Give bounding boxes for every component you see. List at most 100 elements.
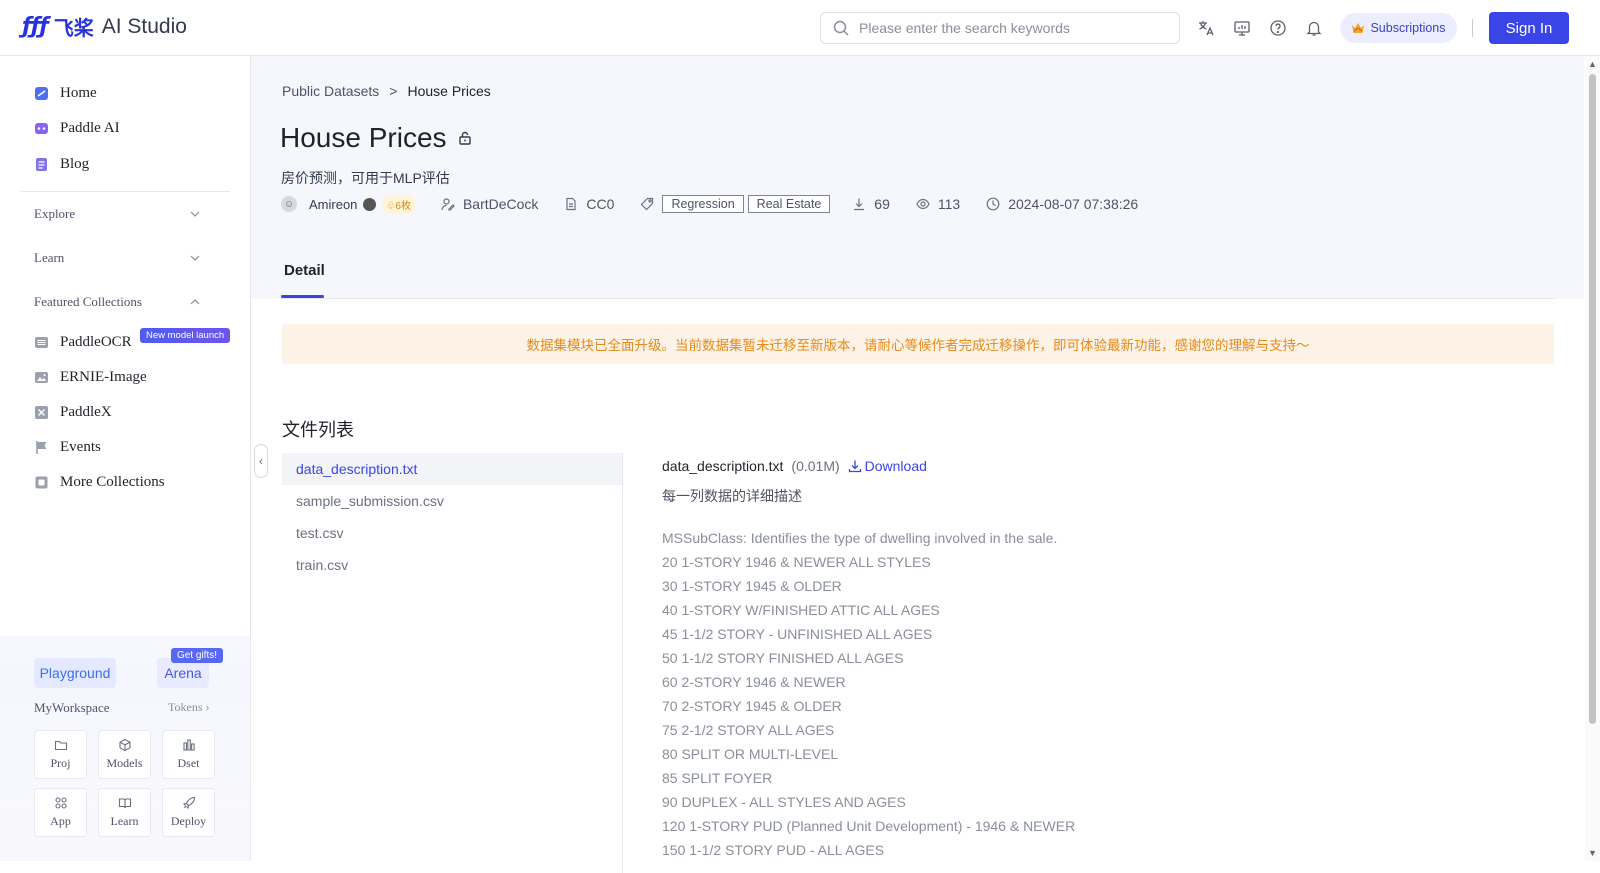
tag-regression[interactable]: Regression bbox=[662, 195, 744, 213]
preview-line: 80 SPLIT OR MULTI-LEVEL bbox=[662, 746, 839, 762]
flag-icon bbox=[36, 440, 47, 454]
scroll-down-icon[interactable]: ▼ bbox=[1588, 848, 1597, 858]
license-icon bbox=[566, 197, 577, 211]
sidebar-item-paddlex[interactable]: PaddleX bbox=[34, 400, 112, 424]
paddlex-icon bbox=[35, 405, 48, 419]
chevron-down-icon bbox=[190, 211, 200, 217]
sidebar-group-featured[interactable]: Featured Collections bbox=[34, 294, 200, 310]
tile-label: Proj bbox=[50, 756, 71, 770]
preview-line: 50 1-1/2 STORY FINISHED ALL AGES bbox=[662, 650, 904, 666]
file-item-data-description[interactable]: data_description.txt bbox=[282, 453, 622, 485]
group-label: Learn bbox=[34, 250, 65, 265]
preview-line: 120 1-STORY PUD (Planned Unit Developmen… bbox=[662, 818, 1076, 834]
translate-icon[interactable] bbox=[1197, 19, 1215, 37]
app-icon bbox=[54, 797, 67, 809]
subscriptions-button[interactable]: Subscriptions bbox=[1340, 13, 1457, 43]
preview-content: MSSubClass: Identifies the type of dwell… bbox=[662, 526, 1542, 862]
breadcrumb-public-datasets[interactable]: Public Datasets bbox=[282, 83, 379, 99]
sidebar-item-label: PaddleOCR bbox=[60, 333, 132, 350]
file-list: data_description.txt sample_submission.c… bbox=[282, 453, 623, 873]
dataset-icon bbox=[182, 739, 195, 751]
tokens-label: Tokens bbox=[168, 700, 203, 714]
preview-line: 45 1-1/2 STORY - UNFINISHED ALL AGES bbox=[662, 626, 933, 642]
gift-badge: Get gifts! bbox=[171, 648, 224, 663]
eye-icon bbox=[916, 198, 930, 210]
preview-line: 40 1-STORY W/FINISHED ATTIC ALL AGES bbox=[662, 602, 940, 618]
coin-badge: ♧6枚 bbox=[382, 195, 415, 213]
sidebar-item-label: Events bbox=[60, 438, 101, 455]
playground-button[interactable]: Playground bbox=[34, 658, 116, 688]
workspace-panel: Playground Arena Get gifts! MyWorkspace … bbox=[0, 636, 250, 861]
license-value: CC0 bbox=[586, 196, 615, 212]
bell-icon[interactable] bbox=[1305, 19, 1323, 37]
tile-label: App bbox=[50, 814, 71, 828]
preview-line: 150 1-1/2 STORY PUD - ALL AGES bbox=[662, 842, 885, 858]
sidebar-item-label: PaddleX bbox=[60, 403, 112, 420]
search-box[interactable] bbox=[820, 12, 1180, 44]
download-button[interactable]: Download bbox=[848, 458, 927, 474]
workspace-tile-dset[interactable]: Dset bbox=[162, 730, 215, 779]
sidebar-item-events[interactable]: Events bbox=[34, 435, 101, 459]
sidebar-item-paddleocr[interactable]: PaddleOCR bbox=[34, 330, 132, 354]
tokens-link[interactable]: Tokens › bbox=[168, 700, 210, 715]
update-date: 2024-08-07 07:38:26 bbox=[1008, 196, 1139, 212]
rocket-icon bbox=[182, 796, 195, 810]
file-item-test[interactable]: test.csv bbox=[282, 517, 622, 549]
workspace-tile-models[interactable]: Models bbox=[98, 730, 151, 779]
sidebar-item-blog[interactable]: Blog bbox=[34, 152, 89, 176]
sidebar-item-label: More Collections bbox=[60, 473, 165, 490]
sidebar-group-explore[interactable]: Explore bbox=[34, 206, 200, 222]
preview-line: 20 1-STORY 1946 & NEWER ALL STYLES bbox=[662, 554, 931, 570]
tile-label: Learn bbox=[110, 814, 139, 828]
page-scrollbar[interactable]: ▲ ▼ bbox=[1585, 56, 1600, 861]
sidebar-item-home[interactable]: Home bbox=[34, 81, 97, 105]
sidebar-item-more-collections[interactable]: More Collections bbox=[34, 470, 165, 494]
sidebar: Home Paddle AI Blog Explore Learn Featur… bbox=[0, 56, 251, 861]
logo[interactable]: ƒƒƒ 飞桨 AI Studio bbox=[22, 12, 187, 41]
preview-header: data_description.txt (0.01M) Download bbox=[662, 456, 1542, 476]
monitor-icon[interactable] bbox=[1233, 19, 1251, 37]
tile-label: Models bbox=[106, 756, 143, 770]
sidebar-item-paddle-ai[interactable]: Paddle AI bbox=[34, 116, 120, 140]
top-header: ƒƒƒ 飞桨 AI Studio Subscriptions Sign In bbox=[0, 0, 1600, 56]
main-content: Public Datasets > House Prices House Pri… bbox=[251, 56, 1584, 873]
collections-icon bbox=[35, 476, 48, 488]
tile-label: Dset bbox=[177, 756, 200, 770]
workspace-tile-deploy[interactable]: Deploy bbox=[162, 788, 215, 837]
file-item-sample-submission[interactable]: sample_submission.csv bbox=[282, 485, 622, 517]
preview-description: 每一列数据的详细描述 bbox=[662, 488, 802, 504]
tag-real-estate[interactable]: Real Estate bbox=[747, 195, 831, 213]
preview-line: 70 2-STORY 1945 & OLDER bbox=[662, 698, 842, 714]
tag-icon bbox=[641, 197, 654, 211]
group-label: Explore bbox=[34, 206, 76, 221]
scrollbar-thumb[interactable] bbox=[1589, 74, 1596, 724]
sign-in-button[interactable]: Sign In bbox=[1489, 12, 1569, 44]
crown-icon bbox=[1352, 23, 1365, 33]
sidebar-item-ernie-image[interactable]: ERNIE-Image bbox=[34, 365, 147, 389]
sidebar-group-learn[interactable]: Learn bbox=[34, 250, 200, 266]
logo-text: AI Studio bbox=[101, 14, 187, 38]
author-name: BartDeCock bbox=[462, 196, 539, 212]
preview-filename: data_description.txt bbox=[662, 458, 784, 474]
file-preview: data_description.txt (0.01M) Download 每一… bbox=[662, 456, 1542, 862]
search-input[interactable] bbox=[859, 20, 1159, 36]
workspace-tile-learn[interactable]: Learn bbox=[98, 788, 151, 837]
workspace-tile-app[interactable]: App bbox=[34, 788, 87, 837]
new-model-badge: New model launch bbox=[140, 328, 231, 343]
file-item-train[interactable]: train.csv bbox=[282, 549, 622, 581]
avatar[interactable]: ☺ bbox=[281, 196, 297, 212]
file-list-title: 文件列表 bbox=[282, 420, 354, 440]
chevron-down-icon bbox=[190, 255, 200, 261]
scroll-up-icon[interactable]: ▲ bbox=[1588, 59, 1597, 69]
chevron-right-icon: › bbox=[205, 700, 210, 714]
help-icon[interactable] bbox=[1269, 19, 1287, 37]
sidebar-item-label: Home bbox=[60, 84, 97, 101]
tab-detail[interactable]: Detail bbox=[284, 262, 325, 279]
ocr-icon bbox=[35, 336, 48, 348]
workspace-tile-proj[interactable]: Proj bbox=[34, 730, 87, 779]
download-count-icon bbox=[854, 198, 865, 211]
dataset-subtitle: 房价预测，可用于MLP评估 bbox=[281, 170, 450, 186]
user-name[interactable]: Amireon bbox=[309, 197, 357, 212]
blog-icon bbox=[36, 157, 47, 171]
dataset-meta: ☺ Amireon ♧6枚 BartDeCock CC0 Regression … bbox=[281, 194, 1138, 214]
